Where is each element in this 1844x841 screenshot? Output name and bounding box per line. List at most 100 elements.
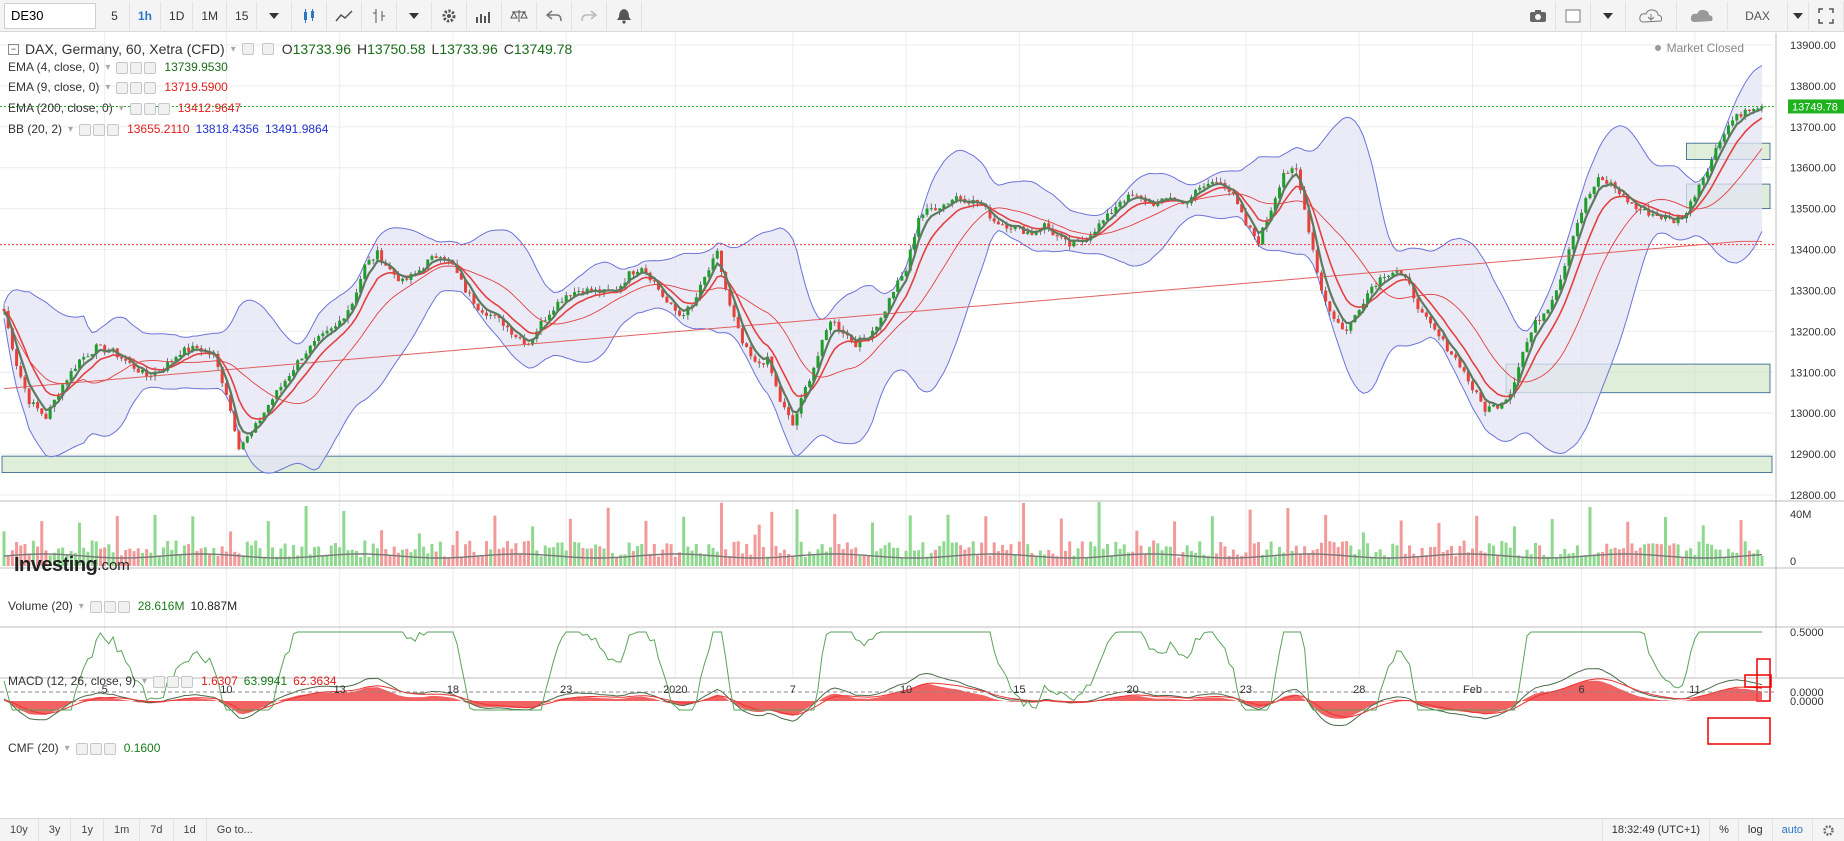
candle	[241, 442, 245, 450]
volume-bar	[1269, 541, 1273, 566]
cloud-load-icon[interactable]	[1626, 1, 1677, 30]
candle	[1424, 312, 1428, 317]
price-tick-label: 13700.00	[1790, 122, 1836, 134]
volume-bar	[942, 541, 946, 566]
camera-icon[interactable]	[1521, 1, 1556, 30]
candle	[761, 363, 765, 365]
percent-toggle[interactable]: %	[1709, 819, 1738, 841]
volume-bar	[1512, 526, 1516, 566]
candle	[1026, 231, 1030, 234]
auto-toggle[interactable]: auto	[1771, 819, 1812, 841]
range-7d-button[interactable]: 7d	[140, 819, 174, 841]
candle	[791, 415, 795, 426]
candle	[1009, 228, 1013, 230]
status-dot-icon	[1654, 45, 1661, 51]
volume-bar	[774, 545, 778, 566]
candles-icon[interactable]	[292, 1, 328, 30]
volume-bar	[1005, 550, 1009, 566]
candle	[1542, 313, 1546, 321]
candle	[1429, 316, 1433, 324]
alert-icon[interactable]	[607, 1, 643, 30]
redo-icon[interactable]	[572, 1, 608, 30]
settings-icon[interactable]	[432, 1, 468, 30]
indicator-ema9-legend[interactable]: EMA (9, close, 0) ▾ 13719.5900	[8, 80, 228, 94]
bar-style-icon[interactable]	[362, 1, 398, 30]
symbol-input[interactable]	[4, 2, 96, 29]
volume-bar	[229, 531, 233, 566]
legend-dropdown-icon[interactable]: ▾	[231, 44, 236, 55]
settings-gear-icon[interactable]	[1812, 819, 1844, 841]
volume-bar	[631, 551, 635, 566]
interval-1h-button[interactable]: 1h	[130, 1, 162, 30]
indicator-bb-legend[interactable]: BB (20, 2) ▾ 13655.2110 13818.4356 13491.…	[8, 122, 328, 136]
volume-bar	[1273, 556, 1277, 566]
range-1y-button[interactable]: 1y	[71, 819, 104, 841]
goto-button[interactable]: Go to...	[207, 819, 263, 841]
line-style-icon[interactable]	[327, 1, 363, 30]
symbol-dropdown-icon[interactable]	[1788, 1, 1809, 30]
cloud-save-icon[interactable]	[1677, 1, 1728, 30]
layout-icon[interactable]	[1556, 1, 1591, 30]
indicator-ema200-legend[interactable]: EMA (200, close, 0) ▾ 13412.9647	[8, 101, 241, 115]
volume-bar	[1194, 552, 1198, 566]
candle	[1328, 301, 1332, 312]
layout-dropdown-icon[interactable]	[1591, 1, 1626, 30]
volume-bar	[178, 554, 182, 566]
macd-legend[interactable]: MACD (12, 26, close, 9) ▾ 1.6307 63.9941 …	[8, 674, 337, 688]
interval-1m-button[interactable]: 1M	[193, 1, 228, 30]
candle	[1122, 201, 1126, 203]
candle	[917, 217, 921, 237]
style-dropdown-icon[interactable]	[397, 1, 433, 30]
volume-bar	[2, 531, 6, 566]
volume-bar	[153, 514, 157, 566]
settings-mini-icon[interactable]	[261, 43, 274, 55]
volume-bar	[1257, 542, 1261, 566]
ohlc-open: O13733.96	[281, 41, 352, 57]
range-1d-button[interactable]: 1d	[174, 819, 207, 841]
volume-bar	[1701, 525, 1705, 566]
volume-legend[interactable]: Volume (20) ▾ 28.616M 10.887M	[8, 599, 237, 613]
volume-bar	[749, 554, 753, 566]
range-3y-button[interactable]: 3y	[39, 819, 72, 841]
range-10y-button[interactable]: 10y	[0, 819, 39, 841]
volume-bar	[191, 516, 195, 566]
price-tick-label: 12800.00	[1790, 490, 1836, 502]
volume-bar	[753, 534, 757, 566]
indicators-icon[interactable]	[467, 1, 503, 30]
volume-bar	[1357, 549, 1361, 566]
candle	[631, 271, 635, 275]
volume-bar	[1416, 556, 1420, 566]
chart-svg[interactable]: 13900.00 13800.00 13700.00 13600.00 13500.00…	[0, 33, 1844, 818]
log-toggle[interactable]: log	[1737, 819, 1772, 841]
volume-bar	[984, 516, 988, 566]
volume-bar	[1500, 540, 1504, 566]
cmf-legend[interactable]: CMF (20) ▾ 0.1600	[8, 741, 160, 755]
volume-bar	[1731, 552, 1735, 566]
fullscreen-icon[interactable]	[1809, 1, 1844, 30]
range-1m-button[interactable]: 1m	[104, 819, 141, 841]
chart-area[interactable]: 13900.00 13800.00 13700.00 13600.00 13500.00…	[0, 33, 1844, 818]
interval-15-button[interactable]: 15	[227, 1, 258, 30]
candle	[518, 337, 522, 339]
undo-icon[interactable]	[537, 1, 573, 30]
price-tick-label: 13400.00	[1790, 245, 1836, 257]
volume-bar	[434, 551, 438, 566]
interval-1d-button[interactable]: 1D	[161, 1, 194, 30]
indicator-ema4-legend[interactable]: EMA (4, close, 0) ▾ 13739.9530	[8, 60, 228, 74]
candle	[476, 303, 480, 311]
candle	[1420, 309, 1424, 313]
candle	[31, 402, 35, 405]
interval-dropdown-icon[interactable]	[257, 1, 293, 30]
compare-symbol-button[interactable]: DAX	[1728, 1, 1788, 30]
volume-bar	[837, 543, 841, 566]
candle	[1370, 286, 1374, 294]
candle	[27, 388, 31, 405]
volume-bar	[1475, 515, 1479, 566]
visibility-icon[interactable]	[241, 43, 254, 55]
interval-5-button[interactable]: 5	[100, 1, 130, 30]
compare-icon[interactable]	[502, 1, 538, 30]
volume-bar	[493, 515, 497, 566]
candle	[900, 276, 904, 281]
collapse-icon[interactable]: −	[8, 43, 19, 55]
volume-bar	[1223, 546, 1227, 566]
